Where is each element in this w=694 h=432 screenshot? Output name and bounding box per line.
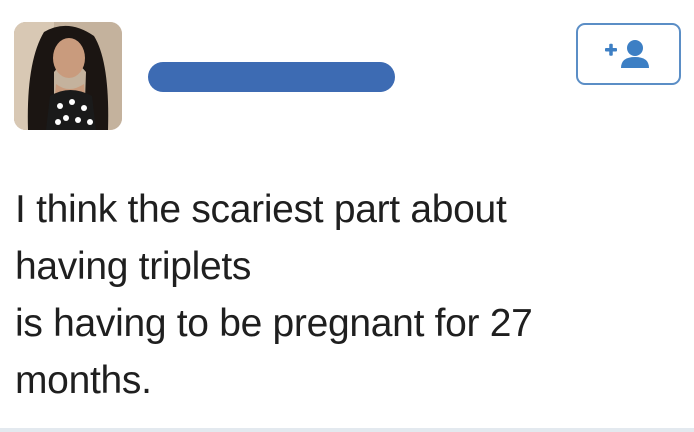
tweet-text-line: months. — [15, 359, 152, 402]
add-user-icon — [604, 40, 649, 68]
card-bottom-border — [0, 428, 694, 432]
tweet-text: I think the scariest part about having t… — [15, 181, 675, 409]
avatar[interactable] — [14, 22, 122, 130]
tweet-text-line: I think the scariest part about — [15, 188, 507, 231]
follow-button[interactable] — [576, 23, 681, 85]
tweet-card: I think the scariest part about having t… — [0, 0, 694, 432]
avatar-photo — [14, 22, 122, 130]
tweet-text-line: is having to be pregnant for 27 — [15, 302, 533, 345]
tweet-text-line: having triplets — [15, 245, 252, 288]
username-redaction — [148, 62, 395, 92]
